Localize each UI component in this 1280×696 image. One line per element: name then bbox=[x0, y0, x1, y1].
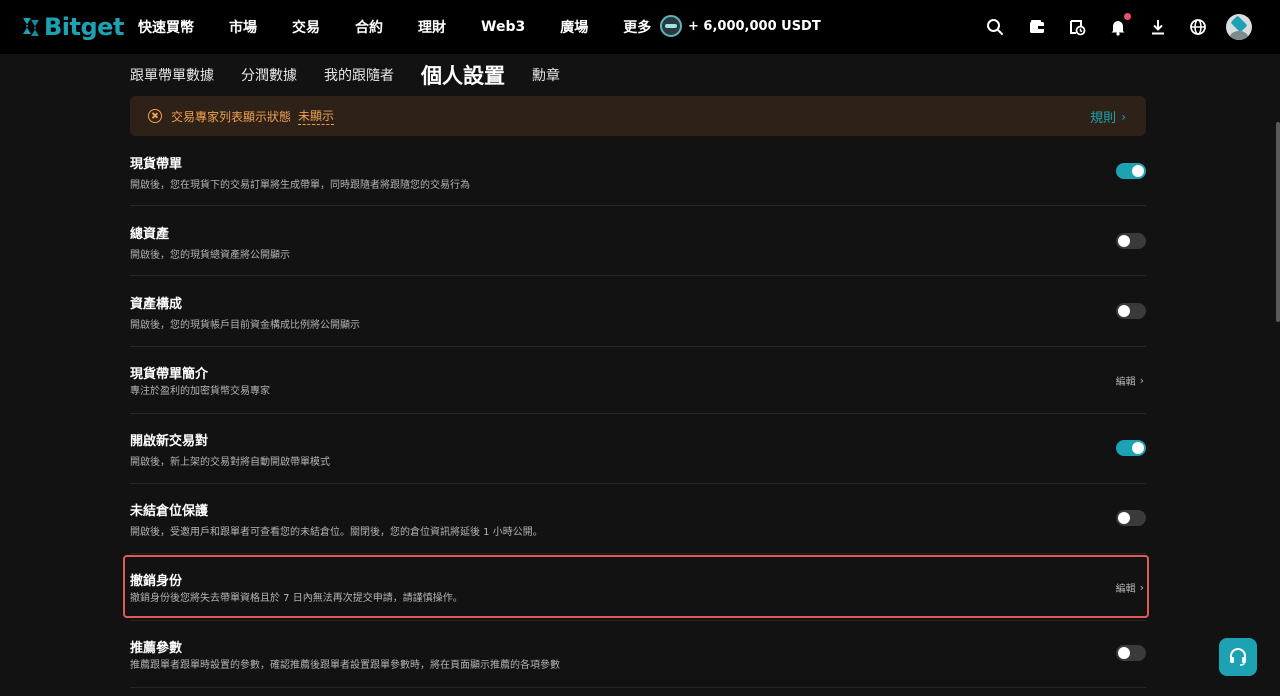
nav-item-earn[interactable]: 理財 bbox=[418, 17, 446, 37]
main-nav: 快速買幣 市場 交易 合約 理財 Web3 廣場 更多 bbox=[138, 0, 686, 54]
nav-item-markets[interactable]: 市場 bbox=[229, 17, 257, 37]
asset-composition-toggle[interactable] bbox=[1116, 303, 1146, 319]
tab-copy-trading-data[interactable]: 跟單帶單數據 bbox=[130, 65, 214, 85]
chevron-right-icon: › bbox=[1121, 109, 1126, 124]
download-icon[interactable] bbox=[1147, 16, 1169, 38]
nav-item-square[interactable]: 廣場 bbox=[560, 17, 588, 37]
avatar[interactable] bbox=[1226, 14, 1252, 40]
position-protection-toggle[interactable] bbox=[1116, 510, 1146, 526]
nav-item-more[interactable]: 更多 bbox=[623, 17, 651, 37]
setting-row-open-position-protection: 未結倉位保護 開啟後，受邀用戶和跟單者可查看您的未結倉位。關閉後，您的倉位資訊將… bbox=[130, 484, 1146, 554]
setting-desc: 開啟後，您的現貨帳戶目前資金構成比例將公開顯示 bbox=[130, 320, 360, 331]
tab-badges[interactable]: 勳章 bbox=[532, 65, 560, 85]
setting-desc: 開啟後，受邀用戶和跟單者可查看您的未結倉位。關閉後，您的倉位資訊將延後 1 小時… bbox=[130, 527, 543, 538]
setting-title: 現貨帶單簡介 bbox=[130, 367, 209, 382]
chevron-right-icon: › bbox=[1139, 374, 1144, 387]
notification-dot bbox=[1124, 13, 1131, 20]
setting-row-new-pairs: 開啟新交易對 開啟後，新上架的交易對將自動開啟帶單模式 bbox=[130, 414, 1146, 484]
bitget-logo-icon bbox=[23, 18, 39, 36]
highlight-box bbox=[123, 555, 1149, 618]
setting-title: 資產構成 bbox=[130, 297, 183, 312]
page-scrollbar[interactable] bbox=[1276, 122, 1280, 322]
setting-title: 推薦參數 bbox=[130, 641, 183, 656]
display-status-alert: 交易專家列表顯示狀態 未顯示 規則 › bbox=[130, 96, 1146, 136]
nav-item-trade[interactable]: 交易 bbox=[292, 17, 320, 37]
alert-status[interactable]: 未顯示 bbox=[298, 107, 335, 125]
setting-row-spot-intro: 現貨帶單簡介 專注於盈利的加密貨幣交易專家 編輯 › bbox=[130, 347, 1146, 414]
recommended-params-toggle[interactable] bbox=[1116, 645, 1146, 661]
globe-icon[interactable] bbox=[1187, 16, 1209, 38]
promo-text: + 6,000,000 USDT bbox=[688, 18, 821, 34]
promo-badge-icon bbox=[660, 15, 682, 37]
settings-subtabs: 跟單帶單數據 分潤數據 我的跟隨者 個人設置 勳章 bbox=[130, 58, 587, 92]
promo-banner[interactable]: + 6,000,000 USDT bbox=[660, 15, 821, 37]
setting-row-recommended-params: 推薦參數 推薦跟單者跟單時設置的參數，確認推薦後跟單者設置跟單參數時，將在頁面顯… bbox=[130, 621, 1146, 688]
rules-link[interactable]: 規則 › bbox=[1090, 107, 1126, 127]
setting-desc: 開啟後，您在現貨下的交易訂單將生成帶單，同時跟隨者將跟隨您的交易行為 bbox=[130, 180, 470, 191]
rules-label: 規則 bbox=[1090, 111, 1117, 126]
setting-title: 未結倉位保護 bbox=[130, 504, 209, 519]
tab-personal-settings[interactable]: 個人設置 bbox=[421, 60, 505, 90]
tab-profit-share-data[interactable]: 分潤數據 bbox=[241, 65, 297, 85]
tab-my-followers[interactable]: 我的跟隨者 bbox=[324, 65, 394, 85]
spot-copy-trading-toggle[interactable] bbox=[1116, 163, 1146, 179]
setting-desc: 開啟後，您的現貨總資產將公開顯示 bbox=[130, 250, 290, 261]
setting-title: 現貨帶單 bbox=[130, 157, 183, 172]
new-pairs-toggle[interactable] bbox=[1116, 440, 1146, 456]
setting-desc: 推薦跟單者跟單時設置的參數，確認推薦後跟單者設置跟單參數時，將在頁面顯示推薦的各… bbox=[130, 660, 560, 671]
top-navigation-bar: Bitget 快速買幣 市場 交易 合約 理財 Web3 廣場 更多 + 6,0… bbox=[0, 0, 1280, 54]
edit-intro-button[interactable]: 編輯 › bbox=[1116, 373, 1144, 388]
alert-text: 交易專家列表顯示狀態 bbox=[171, 109, 292, 124]
headset-icon bbox=[1230, 648, 1246, 666]
bitget-logo[interactable]: Bitget bbox=[20, 13, 124, 41]
setting-desc: 開啟後，新上架的交易對將自動開啟帶單模式 bbox=[130, 457, 330, 468]
nav-item-futures[interactable]: 合約 bbox=[355, 17, 383, 37]
brand-name: Bitget bbox=[44, 13, 124, 41]
history-icon[interactable] bbox=[1066, 16, 1088, 38]
close-circle-icon bbox=[148, 109, 162, 123]
setting-row-spot-copy-trading: 現貨帶單 開啟後，您在現貨下的交易訂單將生成帶單，同時跟隨者將跟隨您的交易行為 bbox=[130, 136, 1146, 206]
setting-title: 開啟新交易對 bbox=[130, 434, 209, 449]
customer-support-button[interactable] bbox=[1219, 638, 1257, 676]
wallet-icon[interactable] bbox=[1026, 16, 1048, 38]
setting-title: 總資產 bbox=[130, 227, 170, 242]
edit-label: 編輯 bbox=[1115, 377, 1136, 388]
setting-desc: 專注於盈利的加密貨幣交易專家 bbox=[130, 386, 270, 397]
setting-row-total-assets: 總資產 開啟後，您的現貨總資產將公開顯示 bbox=[130, 206, 1146, 276]
search-icon[interactable] bbox=[984, 16, 1006, 38]
setting-row-asset-composition: 資產構成 開啟後，您的現貨帳戶目前資金構成比例將公開顯示 bbox=[130, 276, 1146, 347]
nav-item-web3[interactable]: Web3 bbox=[481, 19, 525, 35]
nav-item-buy-crypto[interactable]: 快速買幣 bbox=[138, 17, 194, 37]
total-assets-toggle[interactable] bbox=[1116, 233, 1146, 249]
